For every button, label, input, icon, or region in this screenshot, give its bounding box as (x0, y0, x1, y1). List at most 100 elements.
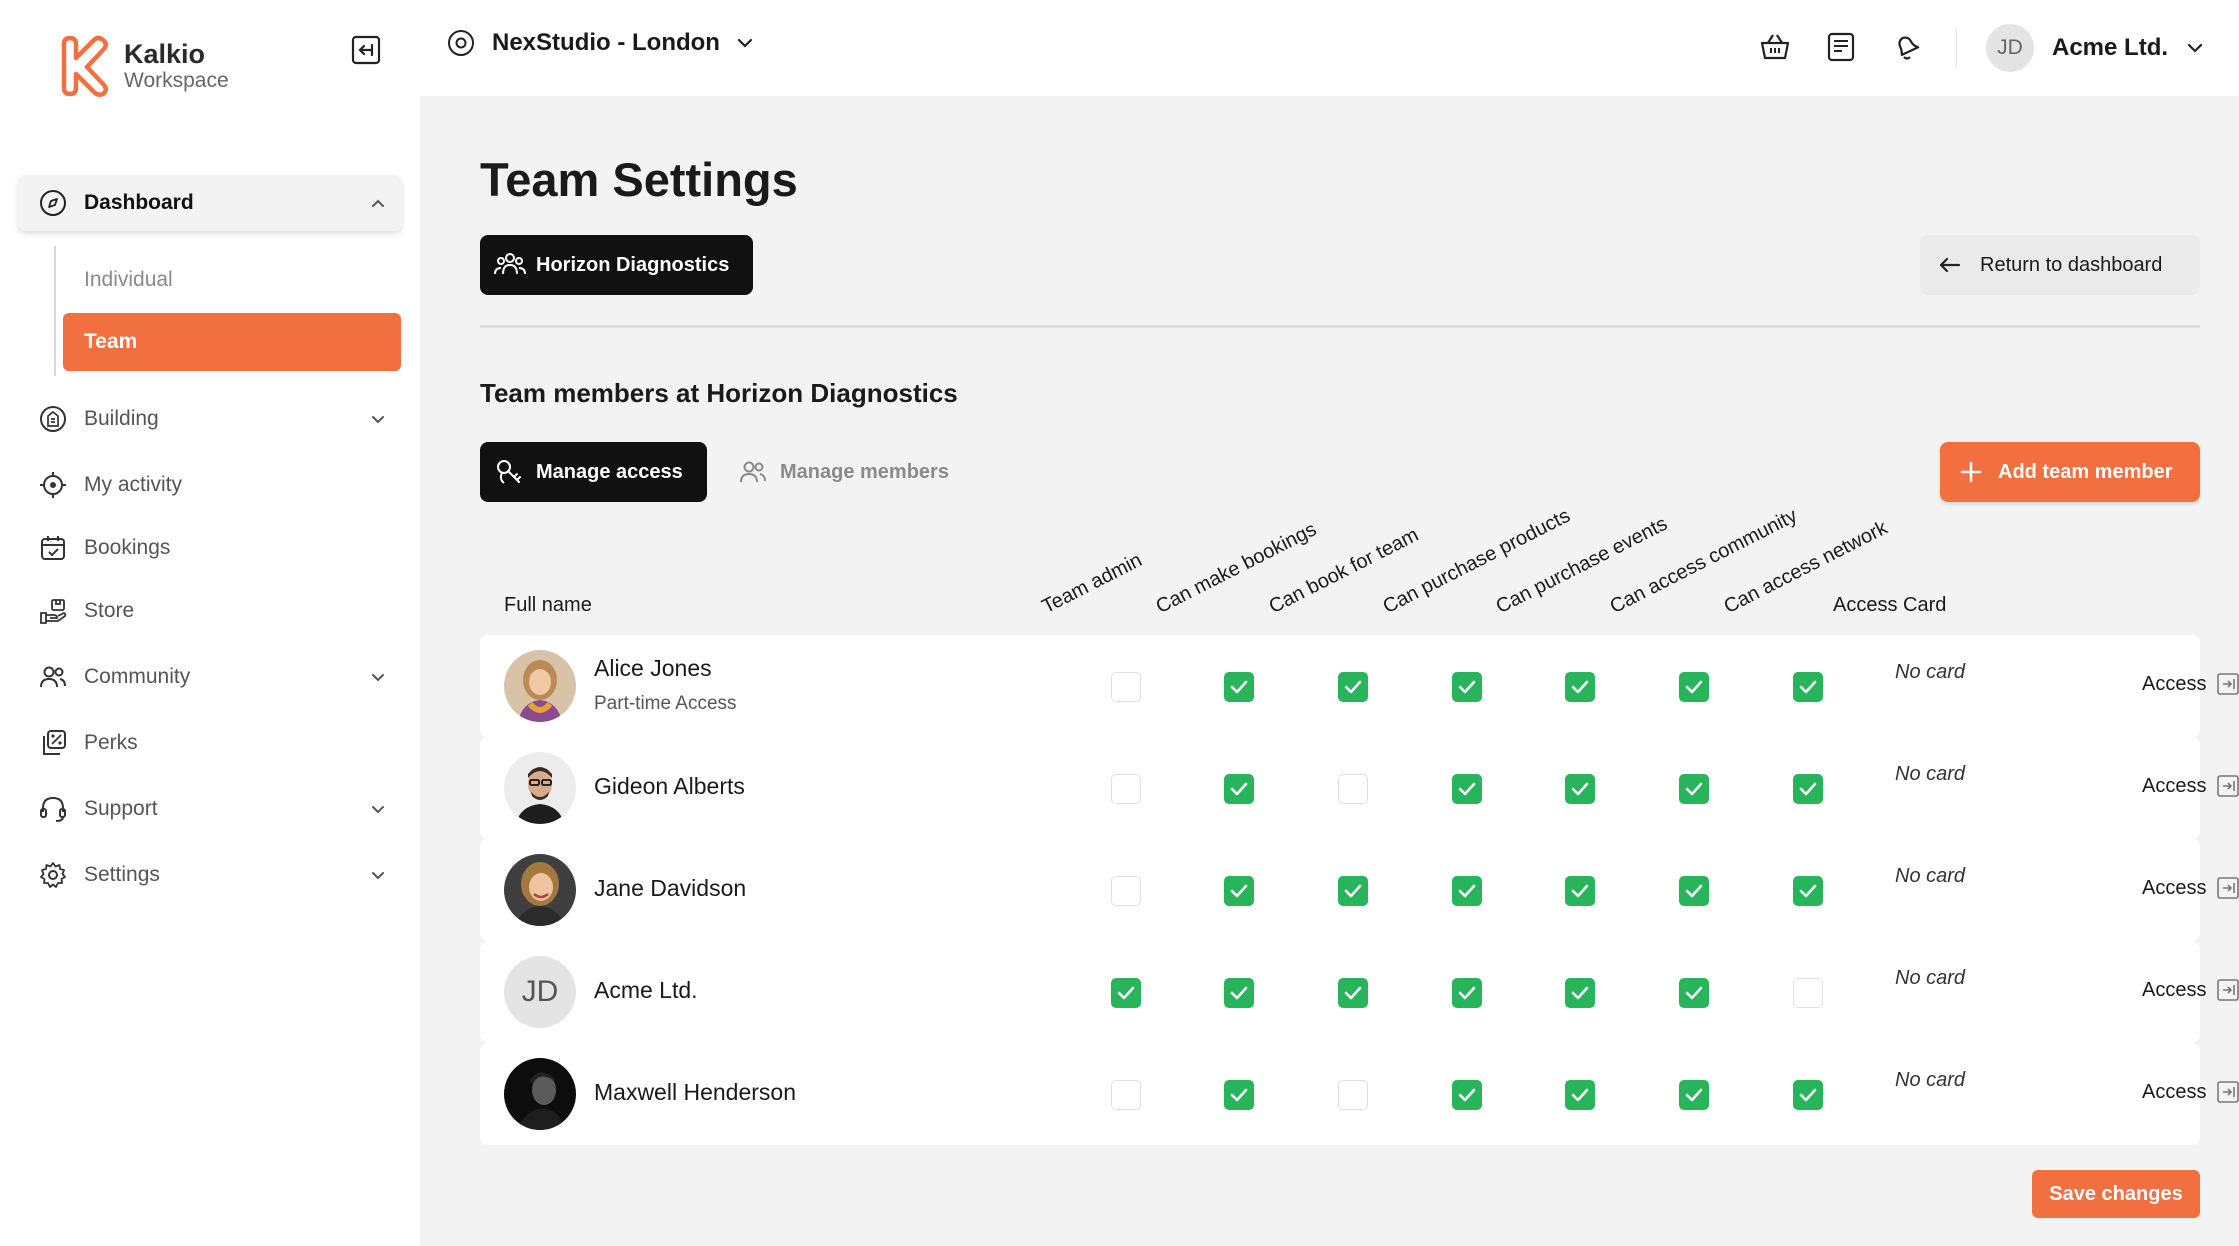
headset-icon (40, 796, 66, 822)
top-bar: NexStudio - London JD Acme Ltd. (420, 0, 2239, 96)
sidebar: Kalkio Workspace Dashboard Individual Te… (0, 0, 420, 1246)
sidebar-item-my-activity[interactable]: My activity (18, 457, 402, 513)
tab-manage-members[interactable]: Manage members (738, 442, 949, 502)
access-card-status: No card (1895, 661, 1966, 683)
member-name: Maxwell Henderson (594, 1079, 796, 1105)
sidebar-item-label: Building (84, 407, 159, 430)
brand-subtitle: Workspace (124, 69, 229, 92)
collapse-sidebar-button[interactable] (350, 34, 382, 66)
access-button[interactable]: Access (2142, 774, 2239, 798)
check-icon (1799, 782, 1817, 796)
chevron-down-icon (372, 674, 384, 682)
check-icon (1571, 986, 1589, 1000)
permission-checkbox[interactable] (1338, 774, 1368, 804)
permission-checkbox[interactable] (1679, 672, 1709, 702)
save-changes-button[interactable]: Save changes (2032, 1170, 2200, 1218)
permission-checkbox[interactable] (1793, 774, 1823, 804)
sidebar-item-perks[interactable]: Perks (18, 715, 402, 771)
access-label: Access (2142, 672, 2207, 695)
return-to-dashboard-button[interactable]: Return to dashboard (1920, 235, 2200, 295)
basket-button[interactable] (1758, 30, 1792, 64)
permission-checkbox[interactable] (1224, 1080, 1254, 1110)
sidebar-item-bookings[interactable]: Bookings (18, 520, 402, 576)
tab-manage-access[interactable]: Manage access (480, 442, 707, 502)
bell-icon (1898, 36, 1920, 60)
sidebar-subitem-team[interactable]: Team (63, 313, 401, 371)
check-icon (1685, 680, 1703, 694)
permission-checkbox[interactable] (1793, 978, 1823, 1008)
permission-checkbox[interactable] (1111, 774, 1141, 804)
permission-checkbox[interactable] (1793, 672, 1823, 702)
permission-checkbox[interactable] (1224, 876, 1254, 906)
sidebar-item-label: Bookings (84, 536, 171, 559)
permission-checkbox[interactable] (1111, 876, 1141, 906)
permission-checkbox[interactable] (1452, 774, 1482, 804)
permission-checkbox[interactable] (1338, 876, 1368, 906)
access-button[interactable]: Access (2142, 1080, 2239, 1104)
permission-checkbox[interactable] (1679, 876, 1709, 906)
permission-checkbox[interactable] (1452, 876, 1482, 906)
permission-checkbox[interactable] (1452, 672, 1482, 702)
permission-checkbox[interactable] (1452, 978, 1482, 1008)
chevron-down-icon (372, 872, 384, 880)
sidebar-item-dashboard[interactable]: Dashboard (18, 175, 402, 231)
check-icon (1571, 680, 1589, 694)
permission-checkbox[interactable] (1679, 774, 1709, 804)
permission-checkbox[interactable] (1679, 978, 1709, 1008)
sidebar-item-settings[interactable]: Settings (18, 847, 402, 903)
section-divider (480, 325, 2200, 328)
check-icon (1458, 1088, 1476, 1102)
sidebar-subitem-individual[interactable]: Individual (63, 251, 401, 309)
sidebar-item-community[interactable]: Community (18, 649, 402, 705)
column-header-can-purchase-products: Can purchase products (1379, 504, 1574, 619)
sidebar-item-store[interactable]: Store (18, 583, 402, 639)
access-button[interactable]: Access (2142, 672, 2239, 696)
check-icon (1344, 986, 1362, 1000)
notifications-button[interactable] (1890, 30, 1924, 64)
access-card-status: No card (1895, 1069, 1966, 1091)
member-name: Jane Davidson (594, 875, 747, 901)
permission-checkbox[interactable] (1679, 1080, 1709, 1110)
brand-logo[interactable]: Kalkio Workspace (56, 30, 229, 102)
store-icon (40, 599, 67, 624)
member-name: Alice Jones (594, 655, 712, 681)
receipts-button[interactable] (1824, 30, 1858, 64)
permission-checkbox[interactable] (1111, 1080, 1141, 1110)
team-selector-chip[interactable]: Horizon Diagnostics (480, 235, 754, 295)
chevron-down-icon (737, 38, 753, 48)
plus-icon (1960, 461, 1982, 483)
permission-checkbox[interactable] (1224, 978, 1254, 1008)
permission-checkbox[interactable] (1224, 672, 1254, 702)
sidebar-item-support[interactable]: Support (18, 781, 402, 837)
access-button[interactable]: Access (2142, 876, 2239, 900)
add-team-member-button[interactable]: Add team member (1940, 442, 2200, 502)
permission-checkbox[interactable] (1565, 672, 1595, 702)
permission-checkbox[interactable] (1338, 1080, 1368, 1110)
permission-checkbox[interactable] (1452, 1080, 1482, 1110)
permission-checkbox[interactable] (1111, 672, 1141, 702)
gear-icon (40, 862, 66, 888)
permission-checkbox[interactable] (1565, 774, 1595, 804)
permission-checkbox[interactable] (1793, 876, 1823, 906)
check-icon (1230, 884, 1248, 898)
permission-checkbox[interactable] (1111, 978, 1141, 1008)
access-card-status: No card (1895, 967, 1966, 989)
table-row: JD Acme Ltd. No card Access (480, 941, 2239, 1043)
permission-checkbox[interactable] (1224, 774, 1254, 804)
permission-checkbox[interactable] (1338, 672, 1368, 702)
section-title: Team members at Horizon Diagnostics (480, 378, 958, 408)
account-menu[interactable]: JD Acme Ltd. (1986, 24, 2206, 72)
location-selector[interactable]: NexStudio - London (446, 28, 756, 58)
permission-checkbox[interactable] (1565, 876, 1595, 906)
subnav-divider (54, 246, 56, 376)
sidebar-item-building[interactable]: Building (18, 391, 402, 447)
permission-checkbox[interactable] (1565, 978, 1595, 1008)
permission-checkbox[interactable] (1793, 1080, 1823, 1110)
permission-checkbox[interactable] (1338, 978, 1368, 1008)
permission-checkbox[interactable] (1565, 1080, 1595, 1110)
chevron-up-icon (372, 199, 384, 207)
column-header-full-name: Full name (504, 594, 592, 616)
tab-label: Manage members (780, 460, 949, 483)
check-icon (1230, 680, 1248, 694)
access-button[interactable]: Access (2142, 978, 2239, 1002)
